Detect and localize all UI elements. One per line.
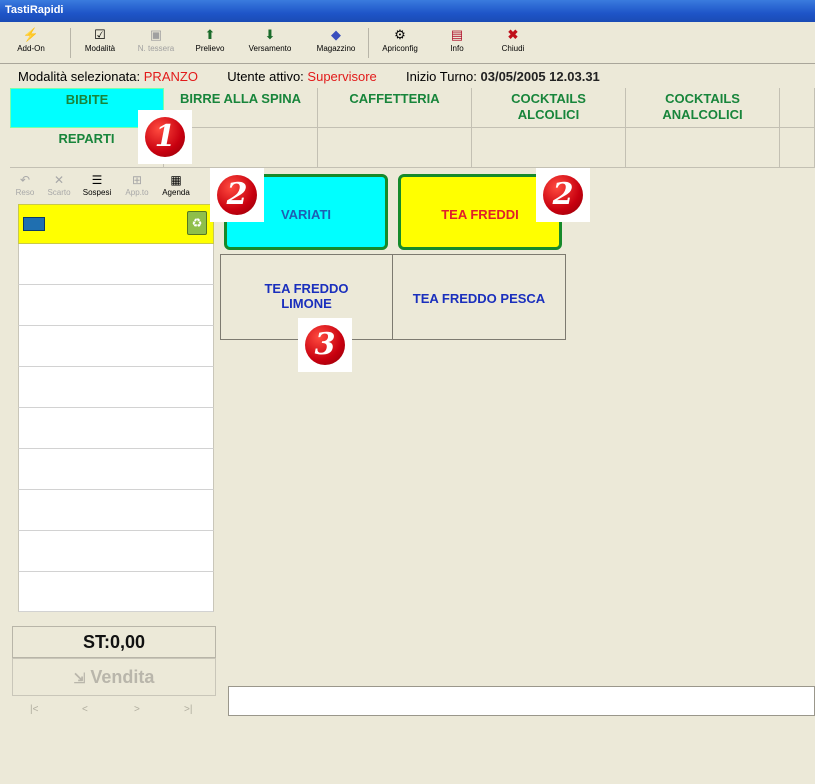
category-empty (780, 128, 815, 168)
previous-page-button[interactable]: < (82, 704, 88, 715)
last-page-button[interactable]: >| (184, 704, 192, 715)
prelievo-button[interactable]: ⬆ Prelievo (190, 26, 230, 60)
category-empty (472, 128, 626, 168)
appto-button[interactable]: ⊞ App.to (122, 172, 152, 197)
agenda-button[interactable]: ▦ Agenda (158, 172, 194, 197)
add-on-button[interactable]: ⚡ Add-On (14, 26, 48, 60)
category-cocktails-alcolici[interactable]: COCKTAILS ALCOLICI (472, 88, 626, 128)
arrow-up-icon: ⬆ (204, 27, 216, 42)
main-toolbar: ⚡ Add-On ☑ Modalità ▣ N. tessera ⬆ Preli… (0, 22, 815, 64)
category-tabs: BIBITE BIRRE ALLA SPINA CAFFETTERIA COCK… (10, 88, 815, 168)
versamento-button[interactable]: ⬇ Versamento (242, 26, 298, 60)
config-icon: ⚙ (394, 27, 406, 42)
first-page-button[interactable]: |< (30, 704, 38, 715)
cash-register-icon[interactable] (23, 217, 45, 231)
ticket-header: ♻ (18, 204, 214, 244)
ticket-line[interactable] (18, 572, 214, 612)
ticket-line[interactable] (18, 326, 214, 367)
category-empty (626, 128, 780, 168)
product-tea-freddo-pesca[interactable]: TEA FREDDO PESCA (392, 254, 566, 340)
shift-start-value: 03/05/2005 12.03.31 (480, 69, 600, 84)
modalita-button[interactable]: ☑ Modalità (80, 26, 120, 60)
scarto-button[interactable]: ✕ Scarto (46, 172, 72, 197)
ticket-navigation: |< < > >| (12, 702, 216, 722)
category-cocktails-analcolici[interactable]: COCKTAILS ANALCOLICI (626, 88, 780, 128)
info-icon: ▤ (450, 27, 464, 42)
info-button[interactable]: ▤ Info (444, 26, 470, 60)
ticket-line[interactable] (18, 367, 214, 408)
ticket-line[interactable] (18, 285, 214, 326)
category-caffetteria[interactable]: CAFFETTERIA (318, 88, 472, 128)
card-number-button[interactable]: ▣ N. tessera (132, 26, 180, 60)
toolbar-separator (70, 28, 71, 58)
next-page-button[interactable]: > (134, 704, 140, 715)
annotation-badge-2-left: 2 (210, 168, 264, 222)
chiudi-button[interactable]: ✖ Chiudi (496, 26, 530, 60)
lightning-icon: ⚡ (22, 27, 40, 42)
window-title: TastiRapidi (5, 4, 64, 16)
category-empty (780, 88, 815, 128)
undo-icon: ↶ (19, 173, 31, 187)
mode-value: PRANZO (143, 69, 198, 84)
stack-icon: ☰ (91, 173, 103, 187)
product-grid: VARIATI TEA FREDDI TEA FREDDO LIMONE TEA… (220, 168, 815, 680)
category-empty (318, 128, 472, 168)
magazzino-button[interactable]: ◆ Magazzino (310, 26, 362, 60)
arrow-down-icon: ⬇ (264, 27, 276, 42)
calc-icon: ⊞ (131, 173, 143, 187)
user-value: Supervisore (307, 69, 377, 84)
ticket-toolbar: ↶ Reso ✕ Scarto ☰ Sospesi ⊞ App.to ▦ Age… (10, 170, 218, 204)
sospesi-button[interactable]: ☰ Sospesi (80, 172, 114, 197)
session-status-line: Modalità selezionata: PRANZO Utente atti… (18, 69, 600, 84)
ticket-line[interactable] (18, 408, 214, 449)
reso-button[interactable]: ↶ Reso (14, 172, 36, 197)
subtotal-display: ST:0,00 (12, 626, 216, 658)
ticket-line[interactable] (18, 490, 214, 531)
barcode-input[interactable] (228, 686, 815, 716)
annotation-badge-3: 3 (298, 318, 352, 372)
ticket-panel: ↶ Reso ✕ Scarto ☰ Sospesi ⊞ App.to ▦ Age… (10, 168, 218, 722)
ticket-line[interactable] (18, 244, 214, 285)
ticket-line[interactable] (18, 449, 214, 490)
card-icon: ▣ (149, 27, 163, 42)
agenda-icon: ▦ (170, 173, 182, 187)
x-icon: ✕ (53, 173, 65, 187)
cart-icon: ⇲ (73, 670, 86, 686)
apriconfig-button[interactable]: ⚙ Apriconfig (376, 26, 424, 60)
toolbar-separator (368, 28, 369, 58)
recycle-bin-icon[interactable]: ♻ (187, 211, 207, 235)
boxes-icon: ◆ (331, 27, 341, 42)
annotation-badge-2-right: 2 (536, 168, 590, 222)
annotation-badge-1: 1 (138, 110, 192, 164)
close-icon: ✖ (507, 27, 519, 42)
window-titlebar: TastiRapidi (0, 0, 815, 22)
ticket-line[interactable] (18, 531, 214, 572)
edit-icon: ☑ (94, 27, 106, 42)
vendita-button[interactable]: ⇲ Vendita (12, 658, 216, 696)
